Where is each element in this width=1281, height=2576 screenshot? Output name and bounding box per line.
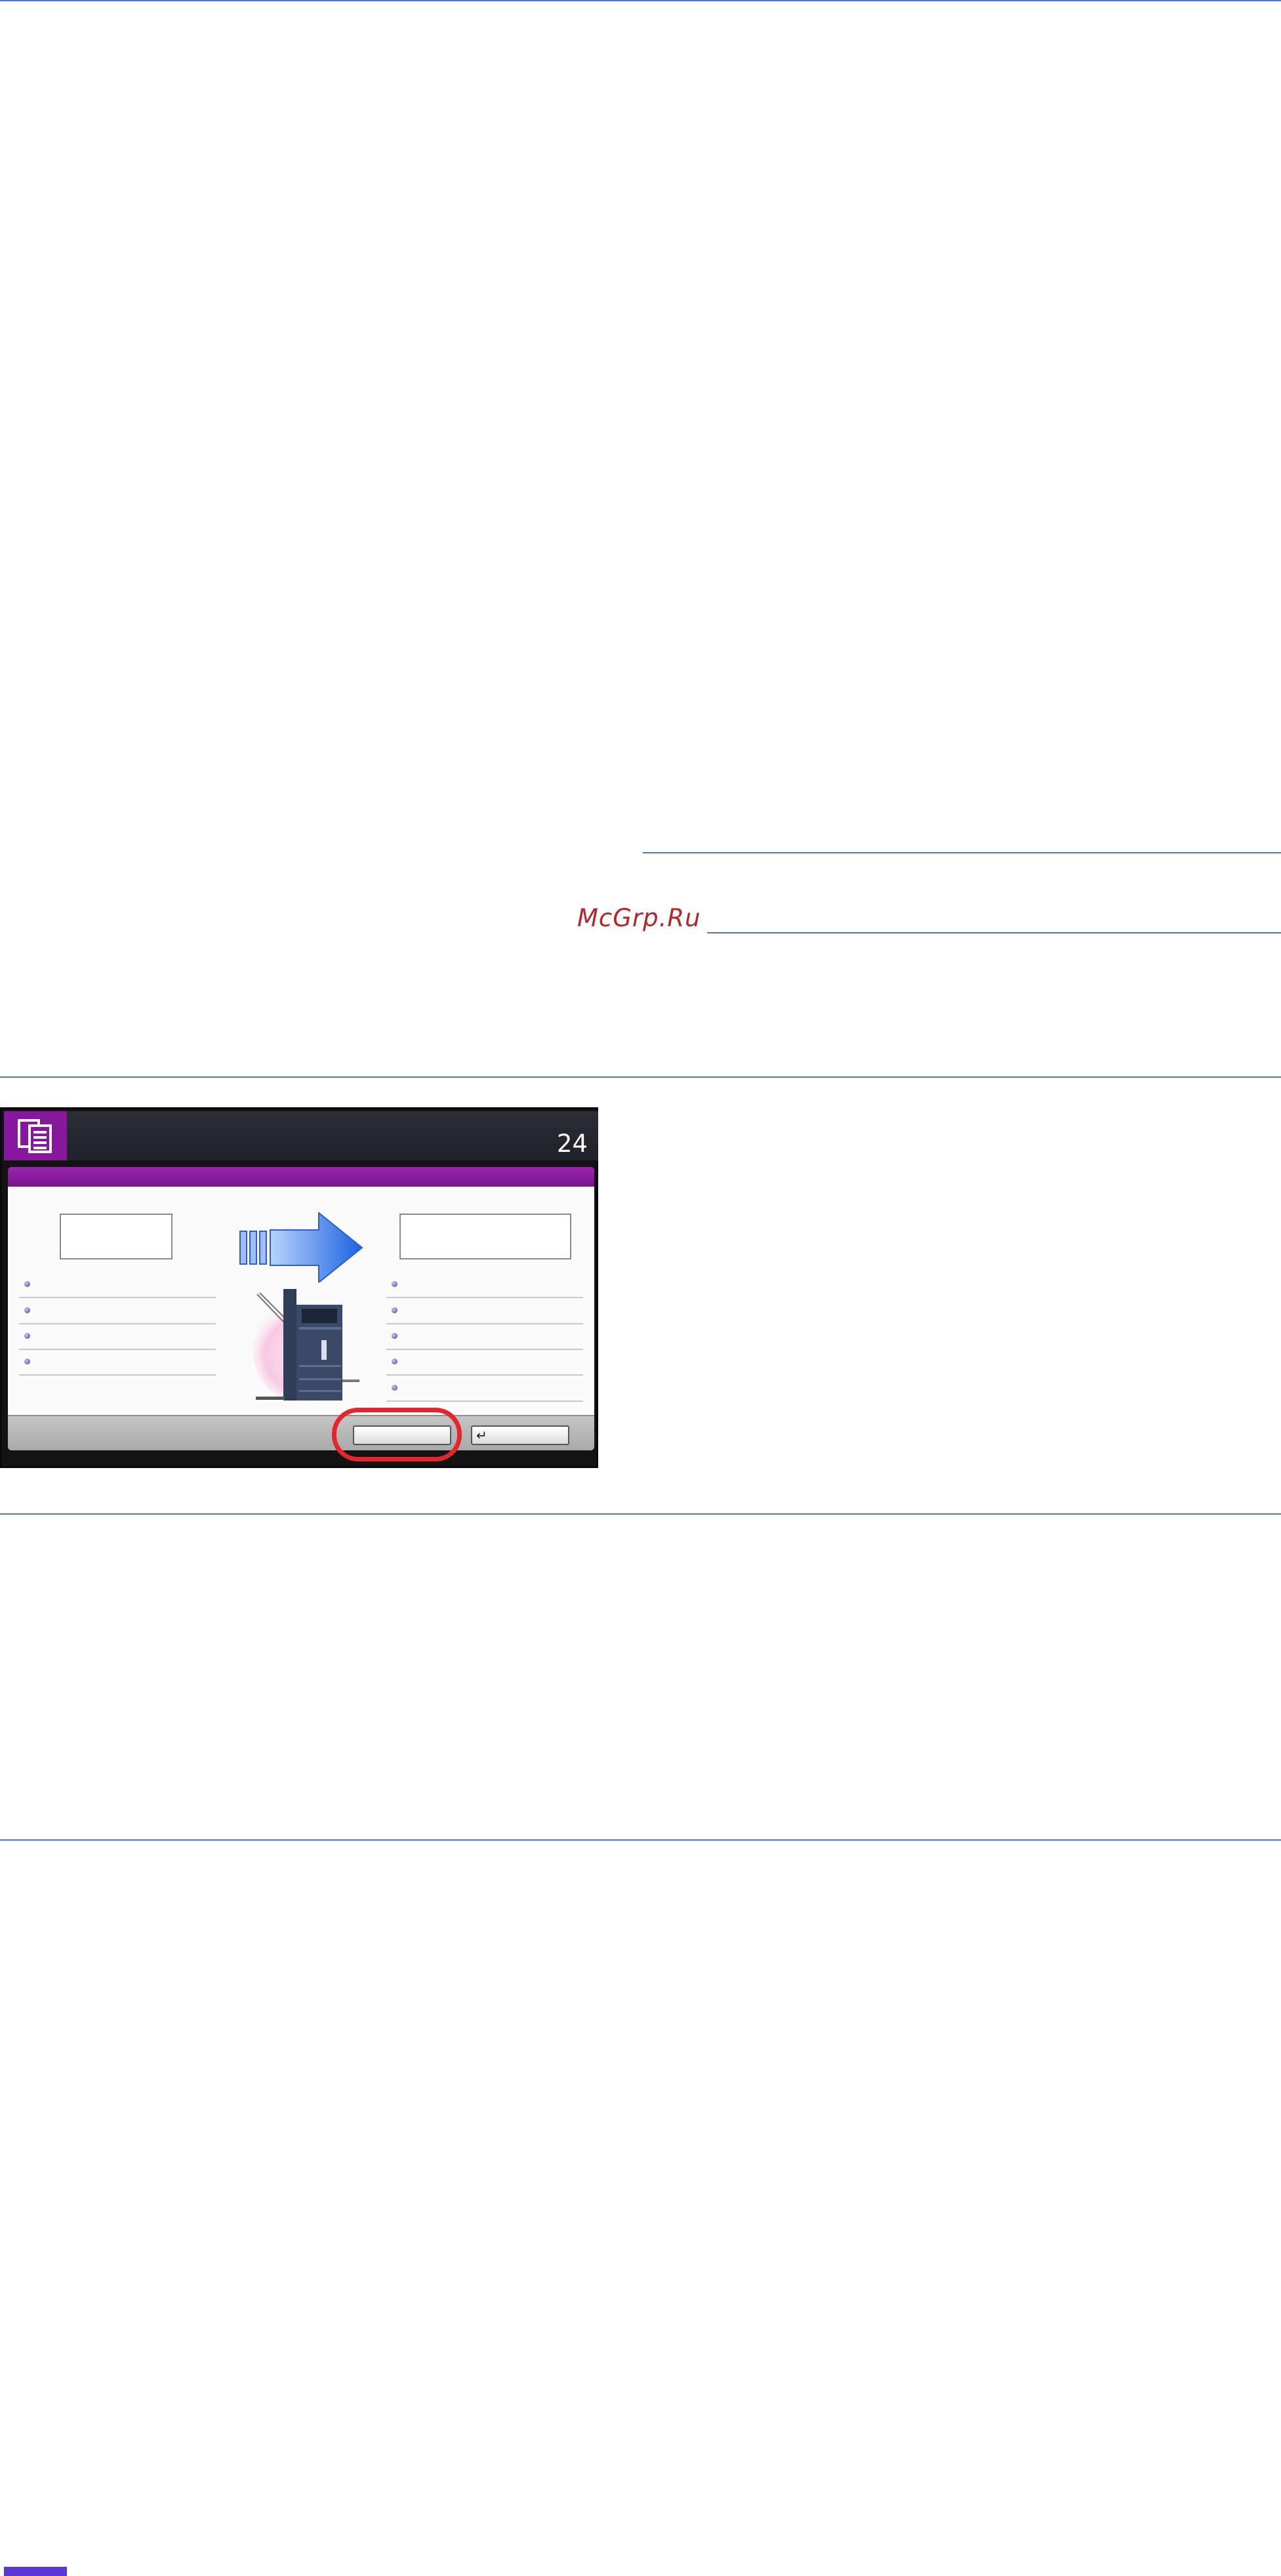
status-indicator-strip: [4, 2567, 67, 2576]
return-icon: ↵: [476, 1427, 487, 1443]
copy-count: 24: [556, 1130, 588, 1158]
destination-row: [386, 1376, 583, 1402]
section-rule-1: [643, 852, 1281, 853]
bullet-icon: [24, 1333, 30, 1339]
close-button[interactable]: ↵: [471, 1425, 569, 1445]
bullet-icon: [24, 1307, 30, 1313]
source-info-box: [60, 1214, 173, 1259]
operation-panel-screenshot: 24 ↵: [0, 1107, 598, 2576]
dialog-footer: ↵: [8, 1415, 594, 1450]
copy-mode-button[interactable]: [4, 1111, 67, 1160]
destination-row: [386, 1298, 583, 1324]
bullet-icon: [392, 1385, 397, 1391]
destination-row: [386, 1349, 583, 1376]
watermark-text: McGrp.Ru: [577, 904, 701, 932]
source-row: [19, 1349, 216, 1376]
bottom-rule: [0, 1839, 1281, 1841]
source-row: [19, 1324, 216, 1350]
bullet-icon: [392, 1307, 397, 1313]
destination-row: [386, 1272, 583, 1298]
source-row: [19, 1298, 216, 1324]
section-rule-3: [0, 1076, 1281, 1078]
top-rule: [0, 0, 1281, 1]
bullet-icon: [392, 1281, 397, 1287]
destination-row: [386, 1324, 583, 1350]
destination-info-box: [399, 1214, 571, 1259]
bullet-icon: [24, 1359, 30, 1364]
source-row: [19, 1272, 216, 1298]
dialog-title-bar: [8, 1167, 594, 1187]
panel-header: 24: [4, 1111, 598, 1160]
bullet-icon: [392, 1359, 397, 1364]
button-highlight-callout: [332, 1408, 462, 1462]
section-rule-4: [0, 1513, 1281, 1515]
section-rule-2: [707, 932, 1281, 933]
bullet-icon: [24, 1281, 30, 1287]
transfer-arrow-icon: [239, 1211, 363, 1282]
multifunction-printer-icon: [253, 1289, 359, 1402]
dialog-body: [8, 1187, 594, 1415]
copy-documents-icon: [18, 1118, 52, 1153]
bullet-icon: [392, 1333, 397, 1339]
dialog-window: ↵: [8, 1167, 594, 1450]
